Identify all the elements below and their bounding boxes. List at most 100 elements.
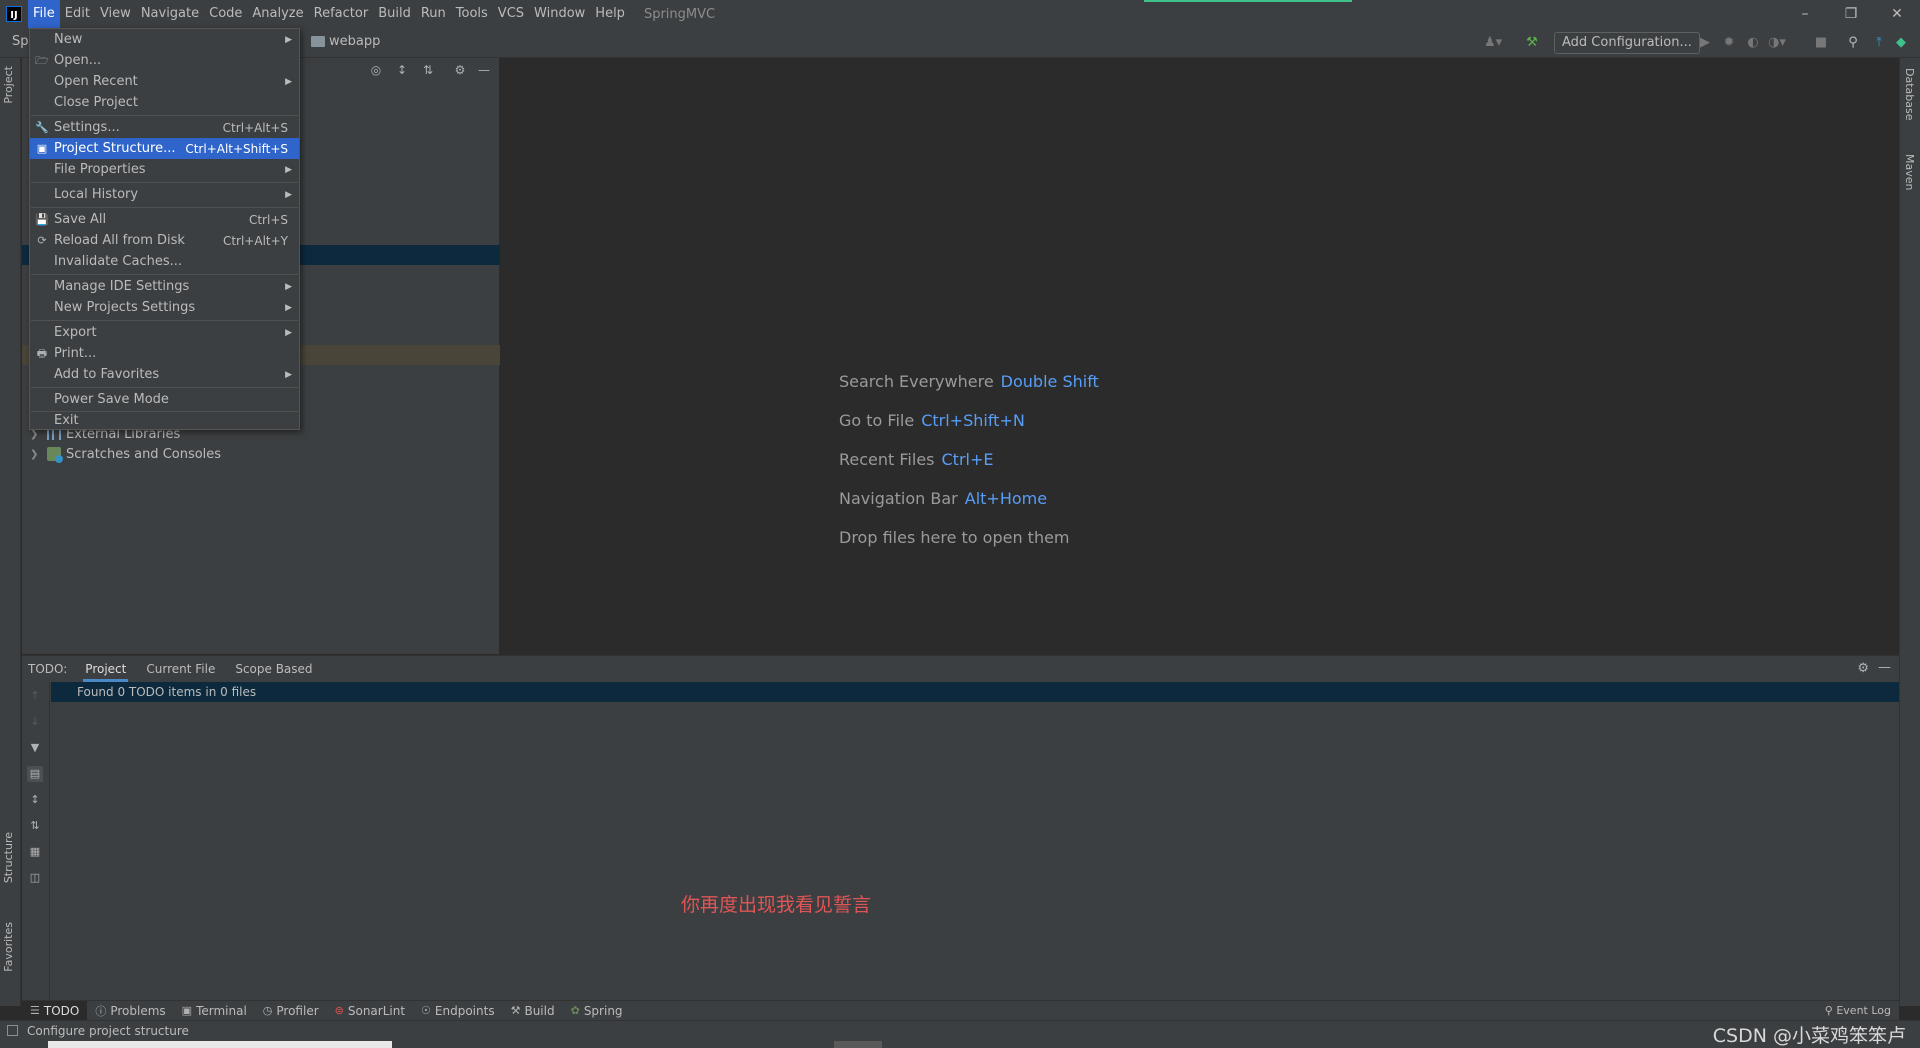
menu-item-add-to-favorites[interactable]: Add to Favorites ▶ <box>30 364 299 385</box>
tab-database[interactable]: Database <box>1903 68 1916 121</box>
filter-icon[interactable]: ▼ <box>27 740 43 756</box>
hide-icon[interactable]: — <box>1878 660 1891 675</box>
breadcrumb-webapp-label: webapp <box>329 34 381 49</box>
menu-item-label: Local History <box>54 187 139 202</box>
group-by-icon[interactable]: ▦ <box>27 844 43 860</box>
tool-terminal[interactable]: ▣ Terminal <box>174 1001 255 1021</box>
menu-build[interactable]: Build <box>373 0 416 28</box>
update-icon[interactable]: ⤒ <box>1870 34 1888 52</box>
locate-icon[interactable]: ◎ <box>368 62 384 78</box>
expand-all-icon[interactable]: ↕ <box>27 792 43 808</box>
tool-endpoints[interactable]: ☉ Endpoints <box>413 1001 503 1021</box>
preview-icon[interactable]: ▤ <box>27 766 43 782</box>
breadcrumb-webapp[interactable]: webapp <box>311 34 380 49</box>
menu-run[interactable]: Run <box>416 0 451 28</box>
tool-spring[interactable]: ✿ Spring <box>563 1001 631 1021</box>
tool-build[interactable]: ⚒ Build <box>503 1001 563 1021</box>
menu-item-shortcut: Ctrl+Alt+Shift+S <box>185 141 288 156</box>
watermark: CSDN @小菜鸡笨笨卢 <box>1712 1025 1906 1047</box>
menu-item-new-projects-settings[interactable]: New Projects Settings ▶ <box>30 297 299 318</box>
todo-tree: Found 0 TODO items in 0 files 你再度出现我看见誓言 <box>51 682 1899 1001</box>
tab-todo-project[interactable]: Project <box>83 656 129 682</box>
profile-icon[interactable]: ◑▾ <box>1768 34 1786 52</box>
menu-item-power-save-mode[interactable]: Power Save Mode <box>30 389 299 410</box>
run-icon[interactable]: ▶ <box>1696 34 1714 52</box>
todo-tab-bar: TODO: Project Current File Scope Based ⚙… <box>22 656 1899 682</box>
menu-item-reload-all[interactable]: ⟳ Reload All from Disk Ctrl+Alt+Y <box>30 230 299 251</box>
hide-icon[interactable]: — <box>476 62 492 78</box>
tab-todo-current-file[interactable]: Current File <box>144 656 217 682</box>
menu-item-new[interactable]: New ▶ <box>30 29 299 50</box>
menu-item-export[interactable]: Export ▶ <box>30 322 299 343</box>
stop-icon[interactable]: ■ <box>1812 34 1830 52</box>
menu-view[interactable]: View <box>95 0 136 28</box>
tool-label: Build <box>524 1003 555 1018</box>
preview-pane-icon[interactable]: ◫ <box>27 870 43 886</box>
menu-vcs[interactable]: VCS <box>493 0 529 28</box>
gear-icon[interactable]: ⚙ <box>452 62 468 78</box>
collapse-all-icon[interactable]: ⇅ <box>27 818 43 834</box>
menu-item-project-structure[interactable]: ▣ Project Structure... Ctrl+Alt+Shift+S <box>30 138 299 159</box>
menu-item-settings[interactable]: 🔧 Settings... Ctrl+Alt+S <box>30 117 299 138</box>
coverage-icon[interactable]: ◐ <box>1744 34 1762 52</box>
menu-analyze[interactable]: Analyze <box>247 0 308 28</box>
menu-file[interactable]: File <box>28 0 60 28</box>
chevron-right-icon[interactable]: ❯ <box>30 449 42 460</box>
menu-item-invalidate-caches[interactable]: Invalidate Caches... <box>30 251 299 272</box>
menu-window[interactable]: Window <box>529 0 590 28</box>
tool-problems[interactable]: ⓘ Problems <box>87 1001 173 1021</box>
hint-shortcut: Ctrl+Shift+N <box>921 411 1025 430</box>
menu-item-manage-ide-settings[interactable]: Manage IDE Settings ▶ <box>30 276 299 297</box>
close-icon[interactable]: ✕ <box>1874 0 1920 28</box>
tab-project[interactable]: Project <box>2 66 15 104</box>
restore-icon[interactable]: ❐ <box>1828 0 1874 28</box>
arrow-down-icon[interactable]: ↓ <box>27 714 43 730</box>
tool-sonarlint[interactable]: ⊜ SonarLint <box>327 1001 413 1021</box>
tool-todo[interactable]: ☰ TODO <box>22 1000 88 1021</box>
todo-summary-row[interactable]: Found 0 TODO items in 0 files <box>51 682 1899 702</box>
menu-item-label: Manage IDE Settings <box>54 279 190 294</box>
debug-icon[interactable]: ✹ <box>1720 34 1738 52</box>
tree-item-scratches[interactable]: ❯ Scratches and Consoles <box>30 444 221 464</box>
menu-item-open-recent[interactable]: Open Recent ▶ <box>30 71 299 92</box>
tab-favorites[interactable]: Favorites <box>2 922 15 972</box>
tab-todo-scope-based[interactable]: Scope Based <box>233 656 314 682</box>
tool-label: Spring <box>583 1003 623 1018</box>
menu-item-print[interactable]: 🖶 Print... <box>30 343 299 364</box>
menu-item-open[interactable]: 🗁 Open... <box>30 50 299 71</box>
scratches-icon <box>47 447 63 463</box>
expand-all-icon[interactable]: ↕ <box>394 62 410 78</box>
project-structure-icon: ▣ <box>36 141 48 155</box>
tool-profiler[interactable]: ◷ Profiler <box>255 1001 327 1021</box>
menu-item-exit[interactable]: Exit <box>30 410 299 431</box>
menu-navigate[interactable]: Navigate <box>136 0 204 28</box>
menu-item-close-project[interactable]: Close Project <box>30 92 299 113</box>
menu-item-save-all[interactable]: 💾 Save All Ctrl+S <box>30 209 299 230</box>
menu-item-shortcut: Ctrl+S <box>248 212 288 227</box>
submenu-arrow-icon: ▶ <box>285 327 292 338</box>
menu-refactor[interactable]: Refactor <box>309 0 374 28</box>
menu-item-local-history[interactable]: Local History ▶ <box>30 184 299 205</box>
menu-item-file-properties[interactable]: File Properties ▶ <box>30 159 299 180</box>
hammer-icon[interactable]: ⚒ <box>1523 34 1541 52</box>
user-icon[interactable]: ♟▾ <box>1484 34 1502 52</box>
plugin-icon[interactable]: ◆ <box>1892 34 1910 52</box>
layout-toggle-icon[interactable] <box>7 1025 18 1036</box>
menu-code[interactable]: Code <box>204 0 247 28</box>
menu-edit[interactable]: Edit <box>60 0 95 28</box>
arrow-up-icon[interactable]: ↑ <box>27 688 43 704</box>
menu-tools[interactable]: Tools <box>451 0 493 28</box>
tab-maven[interactable]: Maven <box>1903 154 1916 190</box>
add-configuration-button[interactable]: Add Configuration... <box>1554 32 1700 54</box>
hint-label: Search Everywhere <box>839 372 994 391</box>
event-log-button[interactable]: ⚲ Event Log <box>1825 1001 1891 1021</box>
hint-label: Drop files here to open them <box>839 528 1070 547</box>
gear-icon[interactable]: ⚙ <box>1857 661 1869 676</box>
hint-label: Navigation Bar <box>839 489 958 508</box>
menu-item-label: Save All <box>54 212 107 227</box>
search-icon[interactable]: ⚲ <box>1844 34 1862 52</box>
collapse-all-icon[interactable]: ⇅ <box>420 62 436 78</box>
tab-structure[interactable]: Structure <box>2 832 15 883</box>
minimize-icon[interactable]: – <box>1782 0 1828 28</box>
menu-help[interactable]: Help <box>590 0 630 28</box>
